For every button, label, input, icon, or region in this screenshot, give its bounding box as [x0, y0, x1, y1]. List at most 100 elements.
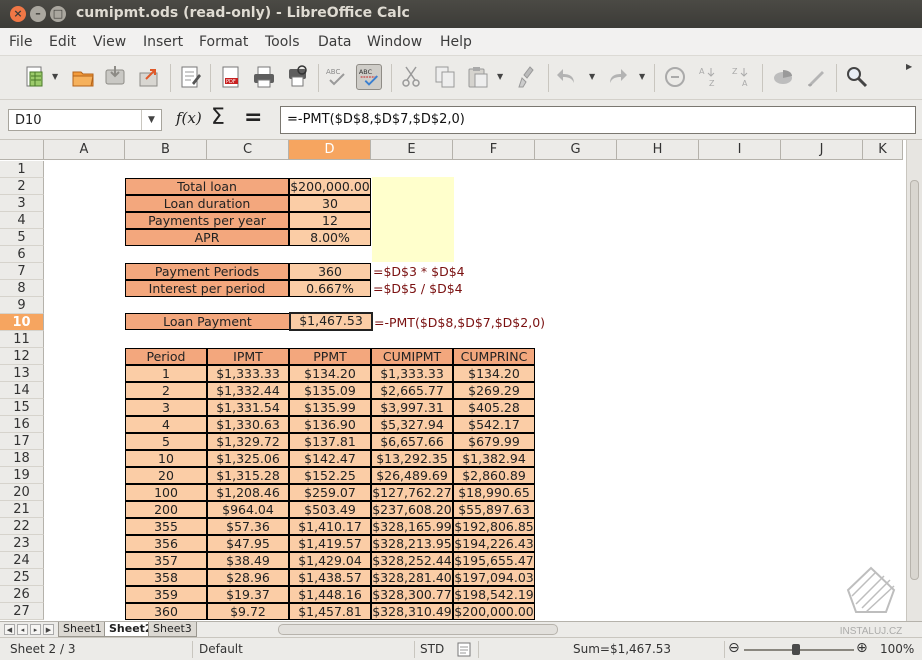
- column-header-d[interactable]: D: [289, 140, 371, 160]
- calc-value[interactable]: 360: [289, 263, 371, 280]
- row-header-19[interactable]: 19: [0, 467, 44, 484]
- redo-icon[interactable]: [604, 64, 630, 90]
- table-cell[interactable]: $18,990.65: [453, 484, 535, 501]
- table-cell[interactable]: $1,382.94: [453, 450, 535, 467]
- save-icon[interactable]: [102, 64, 128, 90]
- insert-chart-icon[interactable]: [770, 64, 796, 90]
- table-cell[interactable]: $328,281.40: [371, 569, 453, 586]
- table-cell[interactable]: $152.25: [289, 467, 371, 484]
- table-cell[interactable]: 2: [125, 382, 207, 399]
- row-header-14[interactable]: 14: [0, 382, 44, 399]
- page-style[interactable]: Default: [199, 642, 243, 656]
- table-cell[interactable]: $1,325.06: [207, 450, 289, 467]
- table-cell[interactable]: $142.47: [289, 450, 371, 467]
- column-header-g[interactable]: G: [535, 140, 617, 160]
- input-label[interactable]: Loan duration: [125, 195, 289, 212]
- row-header-5[interactable]: 5: [0, 229, 44, 246]
- calc-label[interactable]: Payment Periods: [125, 263, 289, 280]
- table-header-cell[interactable]: IPMT: [207, 348, 289, 365]
- spreadsheet-grid[interactable]: ABCDEFGHIJK 1 2 3 4 5 6 7 8 9 10 11 12 13 14 15 16 17 18 1…: [0, 140, 906, 621]
- row-header-2[interactable]: 2: [0, 178, 44, 195]
- column-header-i[interactable]: I: [699, 140, 781, 160]
- row-header-7[interactable]: 7: [0, 263, 44, 280]
- zoom-in-icon[interactable]: ⊕: [856, 640, 868, 656]
- row-header-6[interactable]: 6: [0, 246, 44, 263]
- column-header-b[interactable]: B: [125, 140, 207, 160]
- table-cell[interactable]: $192,806.85: [453, 518, 535, 535]
- table-cell[interactable]: $1,438.57: [289, 569, 371, 586]
- table-cell[interactable]: $1,333.33: [207, 365, 289, 382]
- table-cell[interactable]: $1,429.04: [289, 552, 371, 569]
- table-cell[interactable]: $1,315.28: [207, 467, 289, 484]
- table-cell[interactable]: $200,000.00: [453, 603, 535, 620]
- table-cell[interactable]: $1,330.63: [207, 416, 289, 433]
- table-header-cell[interactable]: CUMPRINC: [453, 348, 535, 365]
- table-cell[interactable]: $328,300.77: [371, 586, 453, 603]
- column-header-h[interactable]: H: [617, 140, 699, 160]
- autospellcheck-icon[interactable]: ABC: [356, 64, 382, 90]
- function-icon[interactable]: =: [244, 105, 262, 130]
- table-cell[interactable]: $3,997.31: [371, 399, 453, 416]
- table-cell[interactable]: $2,860.89: [453, 467, 535, 484]
- table-cell[interactable]: 100: [125, 484, 207, 501]
- table-cell[interactable]: $134.20: [289, 365, 371, 382]
- table-cell[interactable]: $38.49: [207, 552, 289, 569]
- vertical-scrollbar[interactable]: [906, 140, 922, 621]
- new-dropdown-icon[interactable]: ▼: [52, 72, 58, 81]
- print-preview-icon[interactable]: [284, 64, 310, 90]
- column-header-a[interactable]: A: [44, 140, 125, 160]
- loan-payment-label[interactable]: Loan Payment: [125, 313, 290, 330]
- name-box[interactable]: D10 ▼: [8, 109, 162, 131]
- next-sheet-icon[interactable]: ▸: [30, 624, 41, 635]
- table-cell[interactable]: $328,310.49: [371, 603, 453, 620]
- table-cell[interactable]: $964.04: [207, 501, 289, 518]
- zoom-out-icon[interactable]: ⊖: [728, 640, 740, 656]
- column-header-e[interactable]: E: [371, 140, 453, 160]
- menu-insert[interactable]: Insert: [143, 34, 183, 50]
- table-cell[interactable]: $1,457.81: [289, 603, 371, 620]
- table-cell[interactable]: $5,327.94: [371, 416, 453, 433]
- table-cell[interactable]: $9.72: [207, 603, 289, 620]
- table-cell[interactable]: $26,489.69: [371, 467, 453, 484]
- table-cell[interactable]: $1,410.17: [289, 518, 371, 535]
- table-cell[interactable]: $1,331.54: [207, 399, 289, 416]
- table-cell[interactable]: 1: [125, 365, 207, 382]
- selection-mode[interactable]: STD: [420, 642, 444, 656]
- row-header-25[interactable]: 25: [0, 569, 44, 586]
- table-cell[interactable]: $503.49: [289, 501, 371, 518]
- paste-icon[interactable]: [465, 64, 491, 90]
- sort-descending-icon[interactable]: ZA: [728, 64, 754, 90]
- table-cell[interactable]: $259.07: [289, 484, 371, 501]
- table-cell[interactable]: $57.36: [207, 518, 289, 535]
- table-cell[interactable]: $1,333.33: [371, 365, 453, 382]
- function-wizard-icon[interactable]: f(x): [176, 109, 202, 127]
- column-header-k[interactable]: K: [863, 140, 903, 160]
- sheet-tab-sheet3[interactable]: Sheet3: [148, 622, 197, 637]
- hyperlink-icon[interactable]: [662, 64, 688, 90]
- row-header-23[interactable]: 23: [0, 535, 44, 552]
- table-cell[interactable]: $1,329.72: [207, 433, 289, 450]
- table-cell[interactable]: 4: [125, 416, 207, 433]
- table-cell[interactable]: $679.99: [453, 433, 535, 450]
- sum-icon[interactable]: Σ: [211, 105, 225, 130]
- table-cell[interactable]: 357: [125, 552, 207, 569]
- toolbar-overflow-icon[interactable]: ▶: [906, 62, 912, 71]
- new-document-icon[interactable]: [22, 64, 48, 90]
- table-cell[interactable]: 359: [125, 586, 207, 603]
- table-cell[interactable]: 356: [125, 535, 207, 552]
- table-cell[interactable]: $542.17: [453, 416, 535, 433]
- close-window-button[interactable]: ×: [10, 6, 26, 22]
- table-cell[interactable]: $127,762.27: [371, 484, 453, 501]
- table-header-cell[interactable]: CUMIPMT: [371, 348, 453, 365]
- cut-icon[interactable]: [398, 64, 424, 90]
- input-value[interactable]: 8.00%: [289, 229, 371, 246]
- table-cell[interactable]: 3: [125, 399, 207, 416]
- table-cell[interactable]: $198,542.19: [453, 586, 535, 603]
- table-cell[interactable]: $197,094.03: [453, 569, 535, 586]
- row-header-13[interactable]: 13: [0, 365, 44, 382]
- print-icon[interactable]: [251, 64, 277, 90]
- column-header-j[interactable]: J: [781, 140, 863, 160]
- row-header-21[interactable]: 21: [0, 501, 44, 518]
- input-value[interactable]: 30: [289, 195, 371, 212]
- table-cell[interactable]: 355: [125, 518, 207, 535]
